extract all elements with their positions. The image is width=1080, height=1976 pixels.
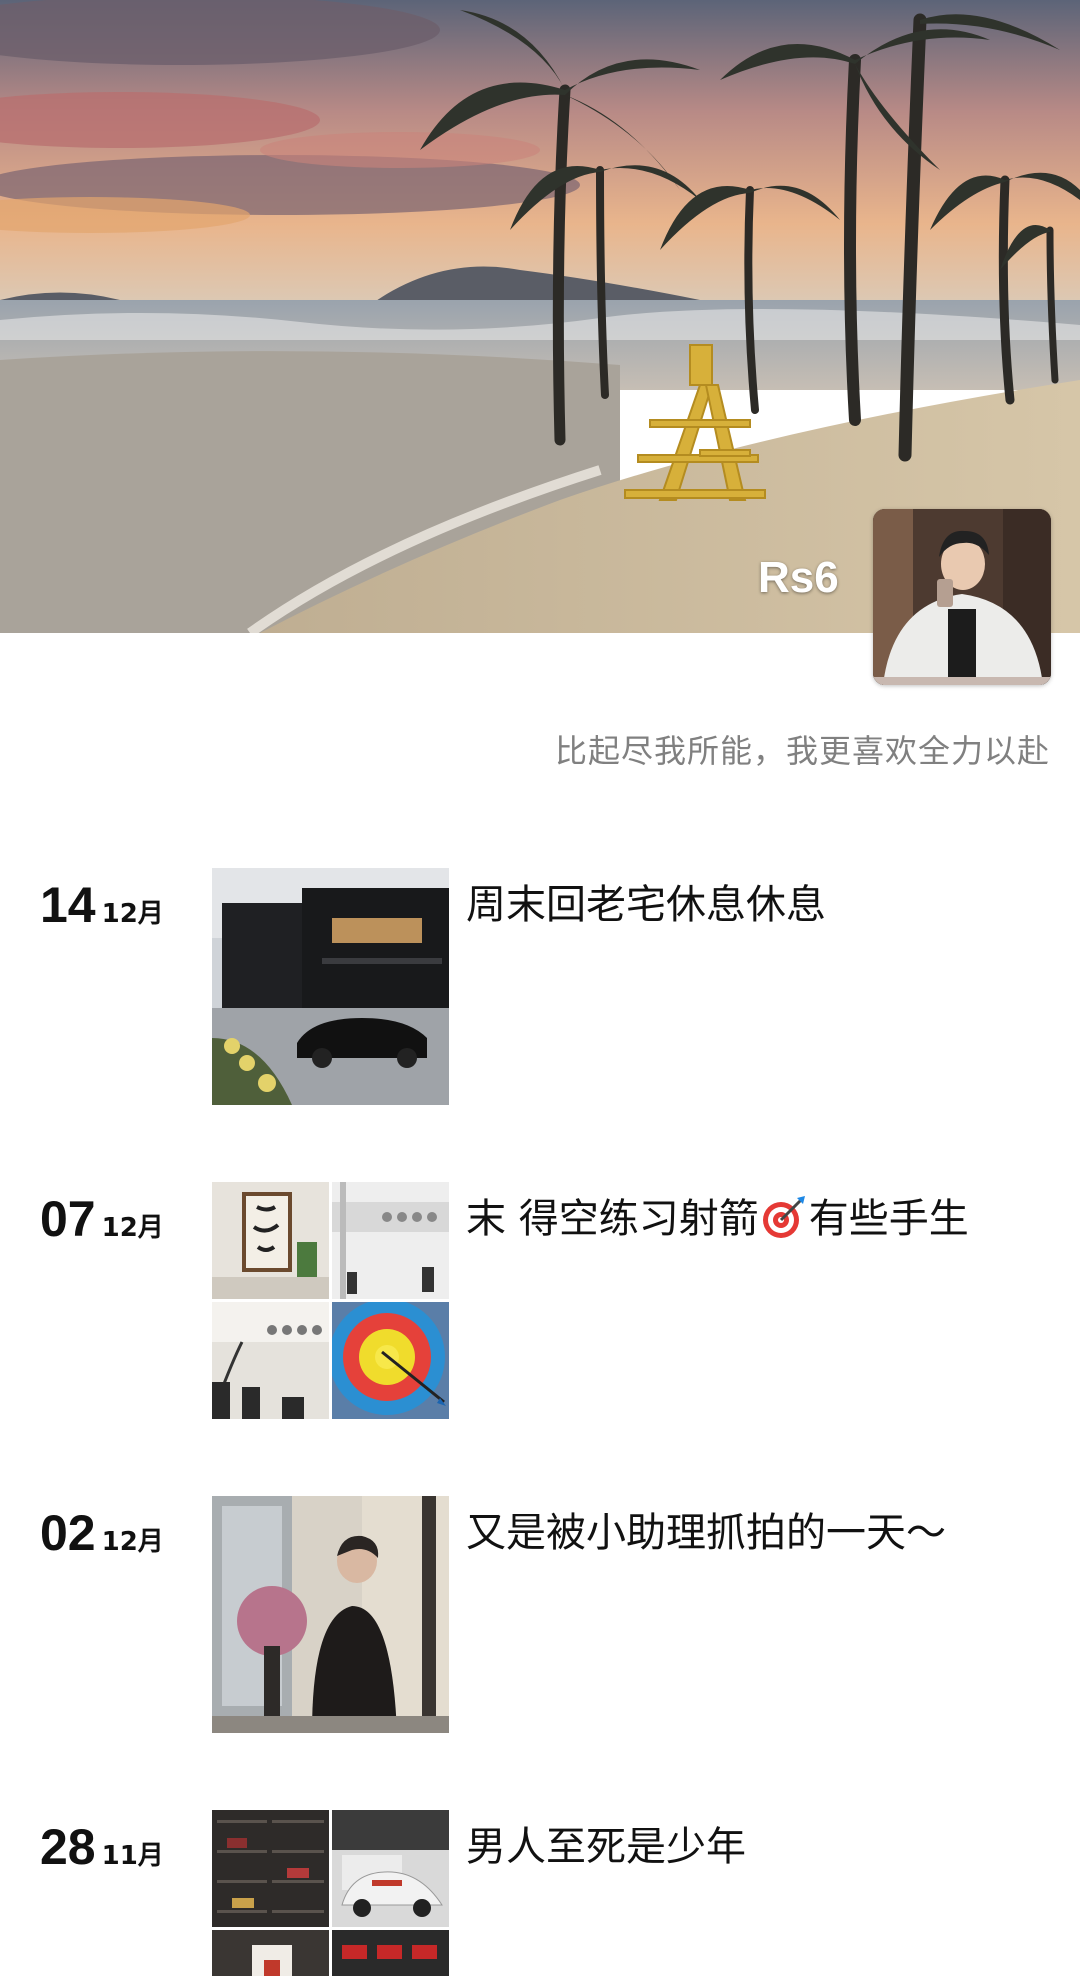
grid-photo[interactable] xyxy=(332,1182,449,1299)
calligraphy-scroll-photo xyxy=(212,1182,329,1299)
framed-display-photo xyxy=(212,1930,329,1976)
grid-photo[interactable] xyxy=(332,1930,449,1976)
profile-signature: 比起尽我所能，我更喜欢全力以赴 xyxy=(554,732,1050,770)
post-text: 男人至死是少年 xyxy=(466,1824,746,1870)
post-month: 12月 xyxy=(101,1213,164,1243)
profile-avatar[interactable] xyxy=(873,509,1051,685)
archery-target-photo xyxy=(332,1302,449,1419)
post-photo-grid[interactable] xyxy=(212,1182,449,1419)
moments-profile-page: Rs6 比起尽我所能，我更喜欢全力以赴 14 12月 周末回老宅休息休息 07 … xyxy=(0,0,1080,1976)
grid-photo[interactable] xyxy=(332,1810,449,1927)
mansion-car-photo xyxy=(212,868,449,1105)
man-lobby-photo xyxy=(212,1496,449,1733)
post-date: 07 12月 xyxy=(40,1190,164,1248)
post-text: 又是被小助理抓拍的一天～ xyxy=(466,1510,946,1556)
post-text-after: 有些手生 xyxy=(808,1196,969,1242)
post-thumbnail[interactable] xyxy=(212,1496,449,1733)
post-date: 02 12月 xyxy=(40,1504,164,1562)
post-day: 07 xyxy=(40,1191,96,1247)
display-cabinet-photo xyxy=(212,1810,329,1927)
target-emoji-icon xyxy=(761,1194,807,1250)
post-day: 14 xyxy=(40,877,96,933)
post-day: 02 xyxy=(40,1505,96,1561)
post-day: 28 xyxy=(40,1819,96,1875)
post-text: 末 得空练习射箭 有些手生 xyxy=(466,1186,969,1250)
post-photo-grid[interactable] xyxy=(212,1810,449,1976)
grid-photo[interactable] xyxy=(212,1930,329,1976)
archery-range-photo xyxy=(332,1182,449,1299)
post-thumbnail[interactable] xyxy=(212,868,449,1105)
grid-photo[interactable] xyxy=(212,1302,329,1419)
grid-photo[interactable] xyxy=(332,1302,449,1419)
post-month: 12月 xyxy=(101,899,164,929)
profile-nickname[interactable]: Rs6 xyxy=(758,553,839,603)
race-cars-photo xyxy=(332,1810,449,1927)
red-cars-photo xyxy=(332,1930,449,1976)
post-text: 周末回老宅休息休息 xyxy=(466,882,826,928)
grid-photo[interactable] xyxy=(212,1810,329,1927)
post-date: 28 11月 xyxy=(40,1818,164,1876)
post-month: 12月 xyxy=(101,1527,164,1557)
target-wall-photo xyxy=(212,1302,329,1419)
avatar-image xyxy=(873,509,1051,685)
post-text-before: 末 得空练习射箭 xyxy=(466,1196,759,1242)
post-date: 14 12月 xyxy=(40,876,164,934)
post-month: 11月 xyxy=(101,1841,164,1871)
grid-photo[interactable] xyxy=(212,1182,329,1299)
